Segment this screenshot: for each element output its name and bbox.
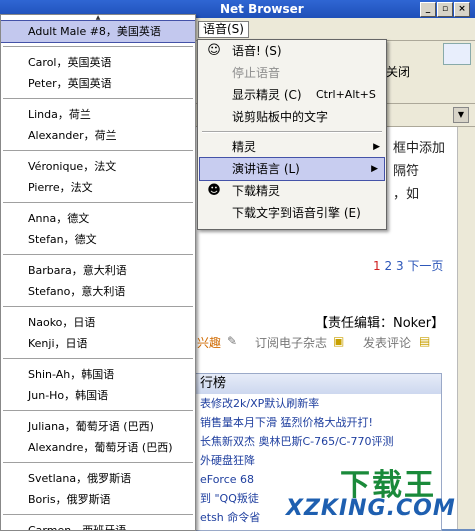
context-menu-label: 下载文字到语音引擎 (E): [232, 206, 361, 220]
ranking-link[interactable]: 表修改2k/XP默认刷新率: [196, 394, 441, 413]
voice-item[interactable]: Alexander，荷兰: [1, 125, 195, 146]
minimize-button[interactable]: _: [420, 2, 436, 17]
menu-separator: [3, 254, 193, 256]
browser-logo-icon: [443, 43, 471, 65]
menu-separator: [3, 462, 193, 464]
agent-download-icon: ☻: [207, 183, 221, 198]
context-menu-item[interactable]: 演讲语言 (L) ▶: [199, 157, 385, 181]
voice-item[interactable]: Peter，英国英语: [1, 73, 195, 94]
context-menu-label: 语音! (S): [232, 44, 282, 58]
context-menu-item[interactable]: 说剪贴板中的文字: [198, 106, 386, 128]
voice-item[interactable]: Alexandre，葡萄牙语 (巴西): [1, 437, 195, 458]
window-title: Net Browser: [220, 2, 304, 16]
content-text-fragment: 框中添加: [393, 141, 446, 156]
context-menu-item[interactable]: 下载文字到语音引擎 (E): [198, 202, 386, 224]
article-actions: 兴趣 ✎ 订阅电子杂志 ▣ 发表评论 ▤: [195, 332, 457, 354]
voice-item[interactable]: Pierre，法文: [1, 177, 195, 198]
voice-item[interactable]: Jun-Ho，韩国语: [1, 385, 195, 406]
menu-separator: [202, 131, 382, 133]
menu-separator: [3, 150, 193, 152]
close-window-button[interactable]: ×: [454, 2, 470, 17]
context-menu-label: 说剪贴板中的文字: [232, 110, 329, 124]
voice-item[interactable]: Kenji，日语: [1, 333, 195, 354]
page-link[interactable]: 1: [373, 259, 381, 273]
comment-icon: ▤: [419, 334, 431, 348]
voice-item[interactable]: Carmen，西班牙语: [1, 520, 195, 530]
page-link[interactable]: 3: [396, 259, 404, 273]
ranking-link[interactable]: 长焦新双杰 奥林巴斯C-765/C-770评测: [196, 432, 441, 451]
page-link[interactable]: 2: [384, 259, 392, 273]
content-text-fragment: 隔符: [393, 164, 420, 179]
watermark-logo: 下载王 XZKING.COM: [260, 460, 465, 526]
context-menu-label: 演讲语言 (L): [232, 162, 300, 176]
voice-item[interactable]: Stefano，意大利语: [1, 281, 195, 302]
watermark-url: XZKING.COM: [286, 496, 456, 521]
pencil-icon: ✎: [227, 334, 238, 348]
context-menu-label: 显示精灵 (C): [232, 88, 302, 102]
voice-item[interactable]: Linda，荷兰: [1, 104, 195, 125]
content-text-fragment: ，如: [393, 187, 420, 202]
ranking-link[interactable]: 销售量本月下滑 猛烈价格大战开打!: [196, 413, 441, 432]
voice-menu-button[interactable]: 语音(S): [198, 21, 249, 38]
menu-separator: [3, 98, 193, 100]
voice-context-menu: ☺ 语音! (S) 停止语音 显示精灵 (C) Ctrl+Alt+S 说剪贴板中的文字 精灵…: [197, 39, 387, 230]
menu-bar: 语音(S): [195, 18, 475, 41]
comment-link[interactable]: 发表评论: [363, 334, 411, 351]
voice-item[interactable]: Carol，英国英语: [1, 52, 195, 73]
editor-credit: 【责任编辑：Noker】: [315, 316, 445, 331]
context-menu-item: 停止语音: [198, 62, 386, 84]
menu-separator: [3, 306, 193, 308]
context-menu-item[interactable]: ☺ 语音! (S): [198, 40, 386, 62]
ranking-title: 行榜: [196, 374, 441, 394]
context-menu-label: 停止语音: [232, 66, 281, 80]
submenu-arrow-icon: ▶: [373, 142, 380, 152]
context-menu-item[interactable]: 显示精灵 (C) Ctrl+Alt+S: [198, 84, 386, 106]
context-menu-item[interactable]: 精灵 ▶: [198, 136, 386, 158]
menu-separator: [3, 410, 193, 412]
voice-list-menu: ▲ Adult Male #8，美国英语 Carol，英国英语 Peter，英国英语…: [0, 14, 196, 531]
voice-item[interactable]: Shin-Ah，韩国语: [1, 364, 195, 385]
maximize-button[interactable]: ▫: [437, 2, 453, 17]
voice-item[interactable]: Juliana，葡萄牙语 (巴西): [1, 416, 195, 437]
voice-item[interactable]: Naoko，日语: [1, 312, 195, 333]
interest-link[interactable]: 兴趣: [197, 334, 221, 351]
voice-item[interactable]: Véronique，法文: [1, 156, 195, 177]
toolbar-close-button[interactable]: 关闭: [386, 63, 410, 80]
context-menu-item[interactable]: ☻ 下载精灵: [198, 180, 386, 202]
voice-item[interactable]: Adult Male #8，美国英语: [1, 20, 195, 43]
context-menu-label: 精灵: [232, 140, 257, 154]
voice-item[interactable]: Boris，俄罗斯语: [1, 489, 195, 510]
menu-separator: [3, 514, 193, 516]
speaker-face-icon: ☺: [207, 43, 221, 58]
menu-separator: [3, 202, 193, 204]
submenu-arrow-icon: ▶: [371, 164, 378, 174]
voice-item[interactable]: Barbara，意大利语: [1, 260, 195, 281]
voice-item[interactable]: Stefan，德文: [1, 229, 195, 250]
subscribe-link[interactable]: 订阅电子杂志: [255, 334, 327, 351]
doc-icon: ▣: [333, 334, 345, 348]
menu-separator: [3, 46, 193, 48]
chevron-down-icon[interactable]: ▼: [453, 107, 469, 123]
menu-separator: [3, 358, 193, 360]
shortcut-label: Ctrl+Alt+S: [316, 88, 376, 101]
voice-list: Adult Male #8，美国英语 Carol，英国英语 Peter，英国英语 Li…: [1, 20, 195, 530]
context-menu-label: 下载精灵: [232, 184, 281, 198]
pagination: 1 2 3 下一页: [373, 257, 443, 274]
voice-item[interactable]: Anna，德文: [1, 208, 195, 229]
voice-item[interactable]: Svetlana，俄罗斯语: [1, 468, 195, 489]
next-page-link[interactable]: 下一页: [407, 259, 443, 273]
